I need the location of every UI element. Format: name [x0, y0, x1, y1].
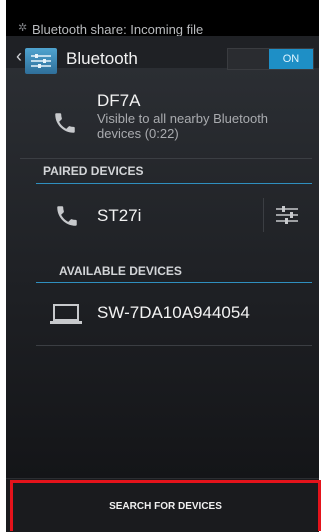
divider [36, 345, 312, 346]
section-underline [36, 282, 312, 283]
laptop-icon [50, 304, 82, 324]
available-devices-header: AVAILABLE DEVICES [59, 264, 182, 278]
notification-text: Bluetooth share: Incoming file [32, 22, 204, 36]
search-for-devices-button[interactable]: SEARCH FOR DEVICES [10, 480, 321, 531]
this-device-name: DF7A [97, 91, 141, 110]
section-underline [36, 183, 312, 184]
device-settings-icon[interactable] [274, 204, 300, 226]
paired-devices-header: PAIRED DEVICES [43, 164, 144, 178]
notification-bar: ✲ Bluetooth share: Incoming file [6, 0, 319, 36]
bluetooth-share-icon: ✲ [18, 22, 28, 34]
divider [20, 158, 312, 159]
page-title: Bluetooth [66, 49, 138, 68]
available-device-name[interactable]: SW-7DA10A944054 [97, 303, 250, 323]
bluetooth-toggle[interactable]: ON [227, 48, 314, 70]
toggle-on-label: ON [269, 49, 313, 69]
phone-icon [55, 113, 75, 133]
paired-device-name[interactable]: ST27i [97, 206, 141, 226]
separator [263, 198, 264, 232]
back-chevron-icon[interactable]: ‹ [16, 47, 22, 65]
phone-icon [57, 206, 77, 226]
visibility-status[interactable]: Visible to all nearby Bluetooth devices … [97, 111, 297, 141]
bluetooth-settings-icon[interactable] [25, 48, 57, 74]
